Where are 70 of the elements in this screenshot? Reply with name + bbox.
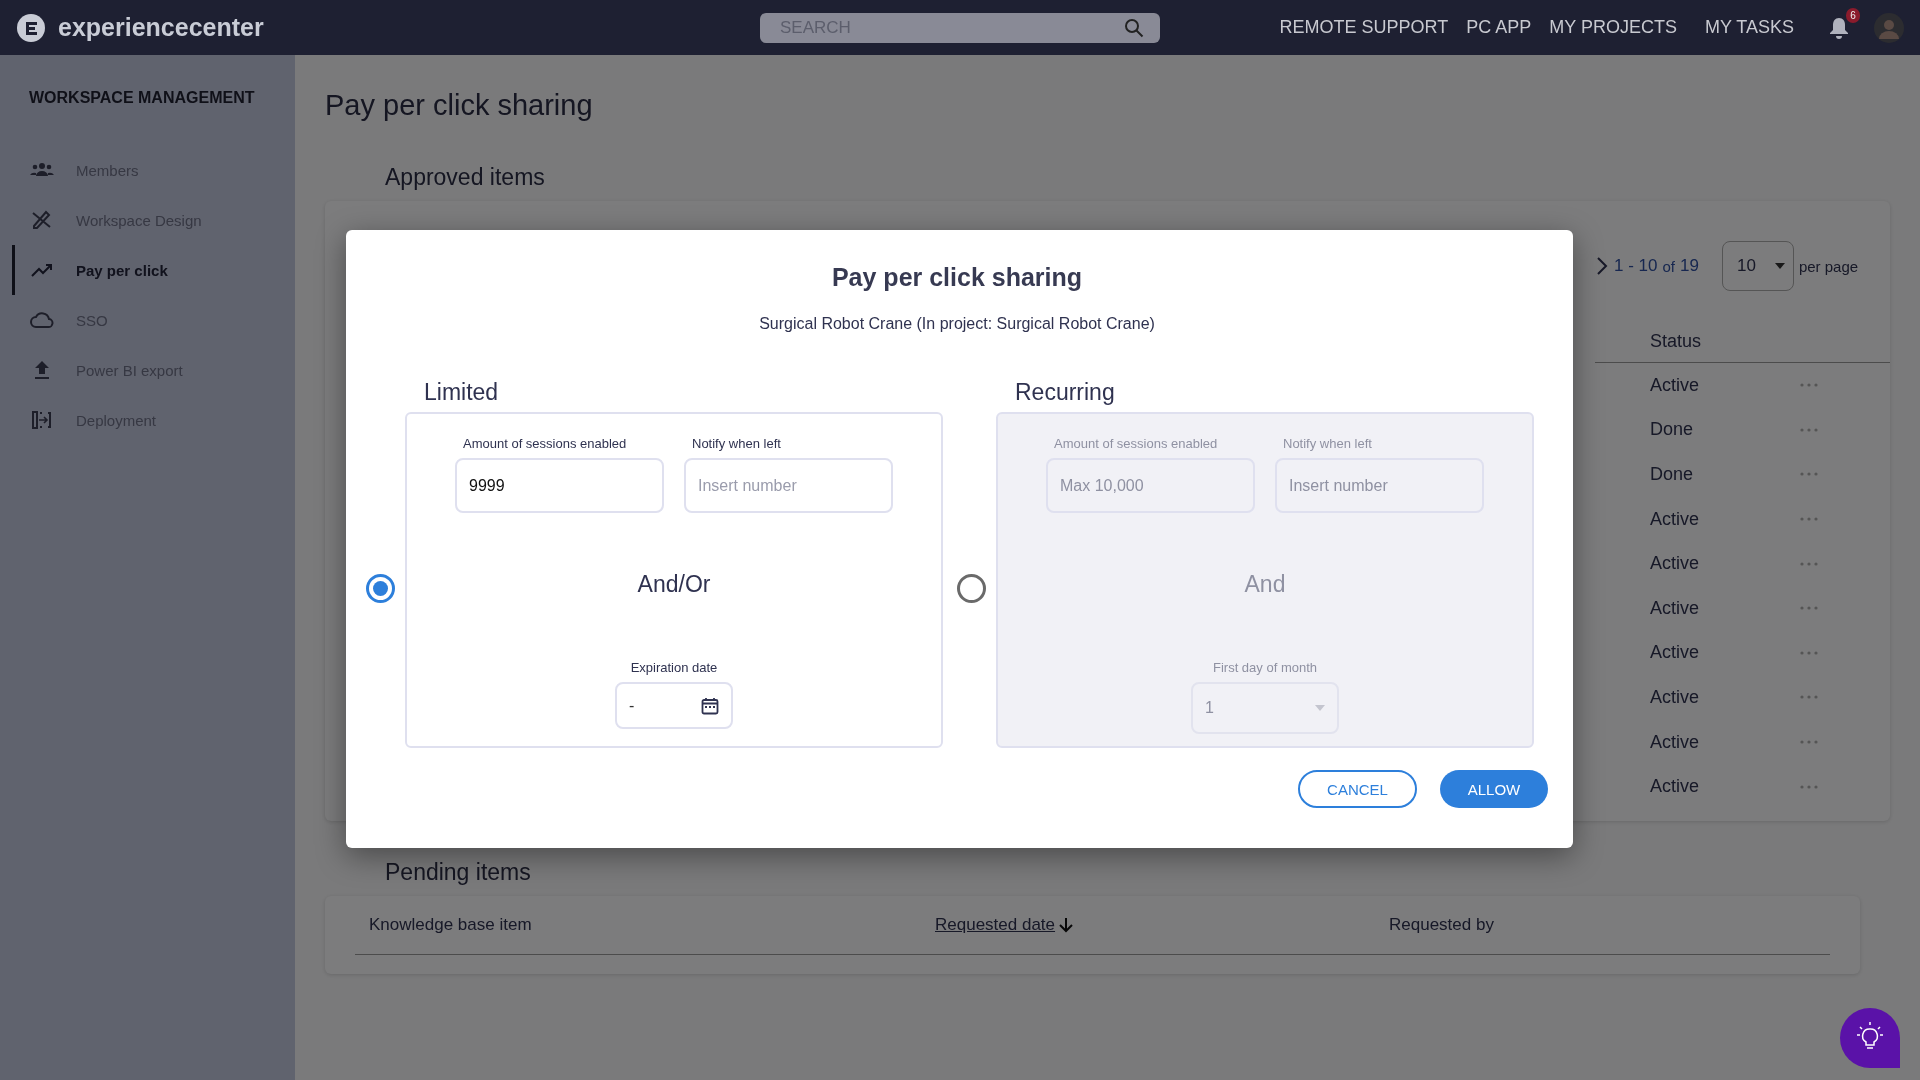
table-cell-text: Done — [1650, 464, 1695, 485]
nav-link[interactable]: PC APP — [1466, 17, 1532, 38]
radio-button[interactable] — [366, 574, 395, 603]
field-label: Amount of sessions enabled — [462, 436, 628, 451]
table-cell-text: Active — [1650, 508, 1701, 530]
field-label: First day of month — [1212, 660, 1317, 675]
table-cell-text: Active — [1650, 374, 1701, 396]
lightbulb-button[interactable] — [1840, 1008, 1900, 1068]
deployment-icon — [30, 410, 54, 430]
connector-text: And/Or — [637, 571, 711, 598]
page-range: 1 - 10 — [1614, 256, 1658, 276]
dialog-title: Pay per click sharing — [830, 263, 1084, 292]
column-header: Knowledge base item — [369, 915, 533, 935]
table-cell-text: Active — [1650, 731, 1701, 753]
more-icon[interactable] — [1800, 472, 1818, 477]
caret-icon — [1774, 263, 1785, 269]
nav-link[interactable]: REMOTE SUPPORT — [1279, 17, 1449, 38]
logo-icon — [16, 12, 46, 43]
option-title: Recurring — [1015, 379, 1116, 406]
page-of: of — [1662, 257, 1675, 275]
nav-link[interactable]: MY PROJECTS — [1549, 17, 1677, 38]
table-cell-text: Active — [1650, 553, 1701, 575]
brand-name: experiencecenter — [58, 13, 264, 42]
table-cell-text: Active — [1650, 597, 1701, 619]
cloud-icon — [30, 310, 54, 330]
sidebar-item[interactable]: Pay per click — [12, 245, 295, 295]
section-title: Pending items — [385, 859, 532, 886]
connector-text: And — [1244, 571, 1286, 598]
column-header: Status — [1650, 331, 1702, 351]
per-page-select[interactable]: 10 — [1721, 241, 1794, 291]
input-field[interactable]: Insert number — [684, 458, 893, 513]
more-icon[interactable] — [1800, 740, 1818, 745]
date-field[interactable]: - — [615, 682, 733, 729]
notification-badge: 6 — [1846, 7, 1860, 23]
field-label: Amount of sessions enabled — [1053, 436, 1219, 451]
more-icon[interactable] — [1800, 561, 1818, 566]
more-icon[interactable] — [1800, 517, 1818, 522]
more-icon[interactable] — [1800, 695, 1818, 700]
table-cell-text: Active — [1650, 686, 1701, 708]
sidebar-heading: WORKSPACE MANAGEMENT — [28, 89, 256, 107]
option-title: Limited — [424, 379, 500, 406]
field-label: Notify when left — [1282, 436, 1373, 451]
page-title: Pay per click sharing — [325, 89, 594, 122]
more-icon[interactable] — [1800, 383, 1818, 388]
more-icon[interactable] — [1800, 650, 1818, 655]
table-cell-text: Active — [1650, 642, 1701, 664]
caret-icon — [1315, 705, 1325, 711]
per-page-label: per page — [1798, 257, 1859, 275]
allow-button[interactable]: ALLOW — [1440, 770, 1548, 808]
search-icon — [1124, 17, 1144, 38]
column-header: Requested by — [1389, 915, 1494, 935]
sortable-column-header[interactable]: Requested date — [935, 915, 1389, 935]
more-icon[interactable] — [1800, 606, 1818, 611]
dialog-subtitle: Surgical Robot Crane (In project: Surgical Robot Crane) — [758, 315, 1156, 333]
more-icon[interactable] — [1800, 427, 1818, 432]
field-label: Expiration date — [630, 660, 718, 675]
sort-down-icon — [1059, 917, 1074, 933]
next-page-icon[interactable] — [1595, 256, 1609, 276]
avatar[interactable] — [1874, 12, 1904, 43]
calendar-icon[interactable] — [701, 696, 719, 715]
more-icon[interactable] — [1800, 784, 1818, 789]
section-title: Approved items — [385, 164, 546, 191]
table-cell-text: Active — [1650, 776, 1701, 798]
cancel-button[interactable]: CANCEL — [1298, 770, 1417, 808]
input-field[interactable]: 9999 — [455, 458, 664, 513]
field-label: Notify when left — [691, 436, 782, 451]
nav-link[interactable]: MY TASKS — [1704, 17, 1794, 38]
page-total: 19 — [1680, 256, 1699, 276]
table-cell-text: Done — [1650, 419, 1695, 441]
bell-icon[interactable] — [1828, 15, 1850, 40]
